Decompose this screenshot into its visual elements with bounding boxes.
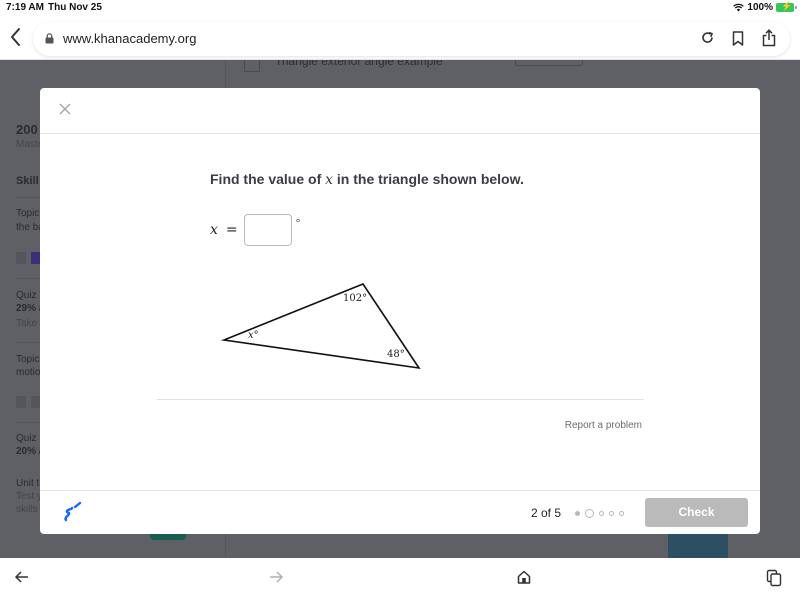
triangle-figure: x° 102° 48°: [220, 283, 421, 370]
bg-mastery-bar: [16, 396, 26, 408]
browser-toolbar: www.khanacademy.org: [0, 18, 800, 60]
content-divider: [157, 399, 644, 400]
browser-bottom-toolbar: [0, 558, 800, 601]
check-button[interactable]: Check: [645, 498, 748, 527]
bookmark-button[interactable]: [732, 31, 744, 51]
bg-mastery-bar: [16, 252, 26, 264]
chevron-left-icon: [11, 28, 20, 46]
progress-dot-current: [585, 509, 594, 518]
bg-button: [515, 60, 583, 66]
question-suffix: in the triangle shown below.: [333, 171, 524, 187]
close-icon: [59, 103, 71, 115]
equals-sign: =: [225, 222, 238, 238]
bg-item-line2: Test y: [16, 491, 43, 502]
url-text[interactable]: www.khanacademy.org: [63, 31, 196, 46]
home-icon: [517, 570, 531, 584]
tabs-icon: [766, 569, 782, 587]
lock-icon: [45, 33, 54, 44]
bg-item-line1: Unit t: [16, 478, 40, 489]
bg-item-line1: Quiz: [16, 433, 37, 444]
progress-dots: [575, 509, 624, 518]
answer-variable: x: [210, 222, 218, 238]
arrow-right-icon: [270, 571, 284, 583]
bg-item-line3: skills: [16, 504, 38, 515]
close-button[interactable]: [56, 100, 74, 118]
bookmark-icon: [732, 31, 744, 46]
bg-item-line1: Quiz: [16, 290, 37, 301]
share-icon: [762, 29, 776, 47]
bg-item-line1: Topic: [16, 354, 40, 365]
arrow-left-icon: [14, 571, 28, 583]
reload-icon: [702, 31, 714, 43]
tabs-button[interactable]: [766, 569, 782, 592]
reload-button[interactable]: [700, 30, 715, 50]
share-button[interactable]: [762, 29, 776, 52]
scratchpad-button[interactable]: [62, 500, 84, 524]
angle-label-right: 48°: [387, 349, 405, 360]
status-date: Thu Nov 25: [48, 2, 102, 13]
bg-video-title: Triangle exterior angle example: [275, 60, 443, 68]
status-right: 100% ⚡: [733, 1, 797, 13]
footer-divider: [40, 490, 760, 491]
bg-skill-label: Skill: [16, 175, 39, 187]
video-play-icon: [244, 60, 260, 72]
answer-row: x = °: [210, 214, 300, 246]
question-text: Find the value of x in the triangle show…: [210, 171, 524, 188]
battery-charging-icon: ⚡: [776, 1, 797, 12]
battery-percent: 100%: [747, 2, 773, 13]
forward-button[interactable]: [268, 569, 284, 590]
question-prefix: Find the value of: [210, 171, 326, 187]
bg-blue-shape: [668, 530, 728, 558]
answer-input[interactable]: [243, 214, 292, 246]
degree-unit: °: [295, 216, 301, 230]
address-bar[interactable]: www.khanacademy.org: [33, 22, 790, 56]
back-button[interactable]: [14, 569, 30, 590]
wifi-icon: [733, 3, 745, 12]
bg-course-heading: 200: [16, 122, 38, 137]
bg-item-line2: motio: [16, 367, 41, 378]
bg-item-line1: Topic: [16, 208, 40, 219]
exercise-modal: Find the value of x in the triangle show…: [40, 88, 760, 534]
angle-label-left: x°: [248, 330, 259, 341]
progress-dot-done: [575, 511, 580, 516]
report-problem-link[interactable]: Report a problem: [565, 420, 642, 431]
modal-header: [40, 88, 760, 134]
progress-dot-todo: [619, 511, 624, 516]
home-button[interactable]: [516, 569, 532, 590]
progress-dot-todo: [609, 511, 614, 516]
progress-dot-todo: [599, 511, 604, 516]
status-bar: 7:19 AM Thu Nov 25 100% ⚡: [0, 0, 800, 18]
progress-text: 2 of 5: [531, 506, 562, 520]
bg-item-line3: Take: [16, 318, 38, 329]
scratchpad-icon: [64, 501, 82, 522]
status-time: 7:19 AM: [6, 2, 44, 13]
browser-back-button[interactable]: [8, 26, 28, 50]
angle-label-top: 102°: [343, 293, 367, 304]
question-variable: x: [325, 172, 334, 188]
